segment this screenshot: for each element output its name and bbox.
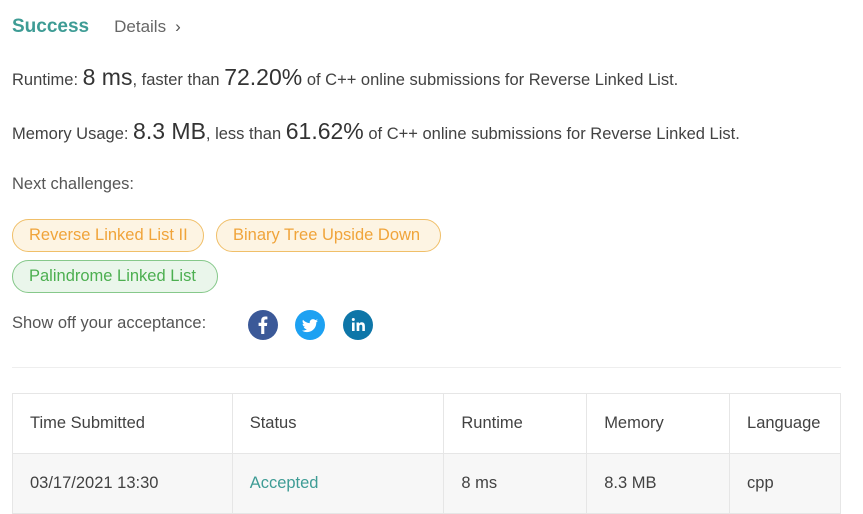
section-divider — [12, 367, 841, 368]
column-header-memory: Memory — [586, 393, 731, 454]
memory-suffix: of C++ online submissions for Reverse Li… — [368, 125, 740, 143]
next-challenges-label: Next challenges: — [12, 175, 134, 193]
twitter-share-button[interactable] — [295, 310, 325, 340]
runtime-value: 8 ms — [82, 64, 133, 90]
column-header-status: Status — [231, 393, 445, 454]
runtime-label: Runtime: — [12, 71, 79, 89]
column-header-language: Language — [729, 393, 841, 454]
challenge-chip-reverse-linked-list-ii[interactable]: Reverse Linked List II — [12, 219, 204, 252]
memory-summary: Memory Usage: 8.3 MB, less than 61.62% o… — [12, 118, 740, 145]
status-accepted-link[interactable]: Accepted — [250, 474, 319, 492]
result-header: Success Details › — [12, 15, 181, 39]
memory-label: Memory Usage: — [12, 125, 129, 143]
runtime-suffix: of C++ online submissions for Reverse Li… — [306, 71, 679, 89]
linkedin-icon — [343, 310, 373, 340]
cell-time-submitted: 03/17/2021 13:30 — [12, 453, 233, 514]
memory-mid: , less than — [205, 125, 282, 143]
runtime-summary: Runtime: 8 ms, faster than 72.20% of C++… — [12, 64, 678, 91]
submissions-table: Time Submitted Status Runtime Memory Lan… — [12, 393, 841, 514]
runtime-percent: 72.20% — [224, 64, 303, 90]
cell-runtime: 8 ms — [443, 453, 588, 514]
facebook-icon — [248, 310, 278, 340]
chevron-right-icon: › — [175, 17, 181, 36]
twitter-icon — [295, 310, 325, 340]
cell-language: cpp — [729, 453, 841, 514]
status-title: Success — [12, 16, 90, 37]
share-label: Show off your acceptance: — [12, 314, 207, 332]
challenge-chip-palindrome-linked-list[interactable]: Palindrome Linked List — [12, 260, 218, 293]
memory-value: 8.3 MB — [133, 118, 206, 144]
table-header-row: Time Submitted Status Runtime Memory Lan… — [12, 393, 841, 454]
details-link[interactable]: Details › — [114, 17, 181, 37]
cell-memory: 8.3 MB — [586, 453, 731, 514]
challenge-chip-binary-tree-upside-down[interactable]: Binary Tree Upside Down — [216, 219, 441, 252]
linkedin-share-button[interactable] — [343, 310, 373, 340]
runtime-mid: , faster than — [132, 71, 220, 89]
column-header-runtime: Runtime — [443, 393, 588, 454]
cell-status: Accepted — [231, 453, 445, 514]
column-header-time-submitted: Time Submitted — [12, 393, 233, 454]
memory-percent: 61.62% — [285, 118, 364, 144]
details-label: Details — [114, 17, 167, 36]
facebook-share-button[interactable] — [248, 310, 278, 340]
table-row: 03/17/2021 13:30 Accepted 8 ms 8.3 MB cp… — [12, 453, 841, 514]
